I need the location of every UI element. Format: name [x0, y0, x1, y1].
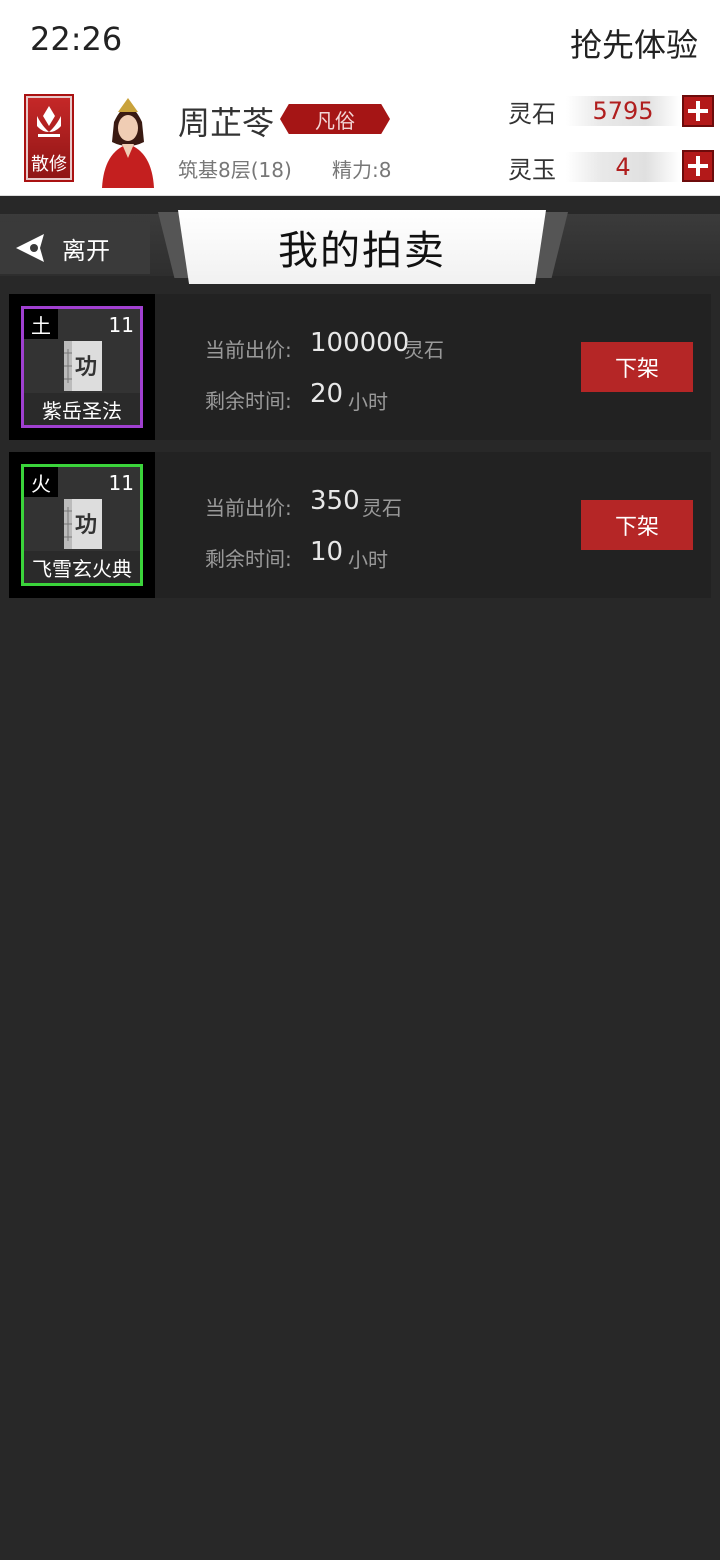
remaining-time-label: 剩余时间:: [205, 547, 292, 571]
leave-label: 离开: [62, 236, 110, 265]
delist-button[interactable]: 下架: [581, 342, 693, 392]
current-bid-label: 当前出价:: [205, 338, 292, 362]
auction-listing: 土 11 功 紫岳圣法 当前出价: 100000 灵石 剩余时间: 20 小时 …: [9, 294, 711, 440]
item-level: 11: [108, 471, 134, 495]
manual-glyph: 功: [75, 512, 97, 538]
page-title: 我的拍卖: [278, 228, 446, 274]
item-element: 火: [24, 467, 58, 497]
item-level: 11: [108, 313, 134, 337]
bid-unit: 灵石: [404, 338, 444, 362]
status-bar: 22:26 抢先体验: [0, 0, 720, 84]
avatar[interactable]: [96, 92, 160, 188]
player-header: 散修 周芷苓 凡俗 筑基8层(18) 精力:8 灵石 5795 灵玉 4: [0, 84, 720, 196]
player-name: 周芷苓: [178, 104, 275, 142]
item-card[interactable]: 土 11 功 紫岳圣法: [21, 306, 143, 428]
rank-badge: 凡俗: [280, 104, 390, 134]
title-plate: 我的拍卖: [178, 210, 546, 284]
cultivation-level: 筑基8层(18): [178, 158, 292, 182]
item-card[interactable]: 火 11 功 飞雪玄火典: [21, 464, 143, 586]
delist-button[interactable]: 下架: [581, 500, 693, 550]
early-access-label: 抢先体验: [569, 26, 698, 64]
bid-unit: 灵石: [362, 496, 402, 520]
item-name: 紫岳圣法: [24, 393, 140, 425]
current-bid-value: 350: [310, 486, 360, 516]
spirit-jade-amount: 4: [566, 152, 680, 182]
spirit-jade-label: 灵玉: [508, 156, 556, 184]
leave-button[interactable]: 离开: [0, 222, 150, 274]
remaining-hours: 20: [310, 379, 344, 409]
time-unit: 小时: [348, 390, 388, 414]
lotus-icon: [37, 106, 61, 137]
remaining-time-label: 剩余时间:: [205, 389, 292, 413]
sect-badge[interactable]: 散修: [24, 94, 74, 182]
status-time: 22:26: [30, 20, 123, 58]
item-name: 飞雪玄火典: [24, 551, 140, 583]
manual-book-icon: 功: [64, 499, 102, 549]
back-arrow-icon: [16, 234, 44, 262]
current-bid-value: 100000: [310, 328, 410, 358]
time-unit: 小时: [348, 548, 388, 572]
manual-glyph: 功: [75, 354, 97, 380]
add-spirit-stone-button[interactable]: [682, 95, 714, 127]
spirit-stone-amount: 5795: [566, 96, 680, 126]
current-bid-label: 当前出价:: [205, 496, 292, 520]
add-spirit-jade-button[interactable]: [682, 150, 714, 182]
spirit-stone-label: 灵石: [508, 100, 556, 128]
item-element: 土: [24, 309, 58, 339]
sect-label: 散修: [31, 154, 67, 175]
manual-book-icon: 功: [64, 341, 102, 391]
energy-value: 精力:8: [332, 158, 392, 182]
remaining-hours: 10: [310, 537, 344, 567]
auction-listing: 火 11 功 飞雪玄火典 当前出价: 350 灵石 剩余时间: 10 小时 下架: [9, 452, 711, 598]
